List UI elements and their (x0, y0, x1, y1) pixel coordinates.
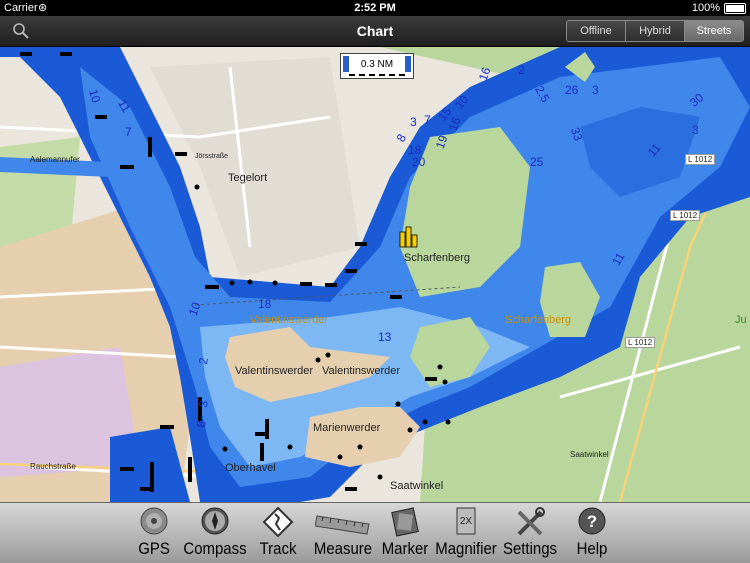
map-type-segmented-control: Offline Hybrid Streets (566, 20, 744, 42)
tools-icon (517, 507, 545, 536)
status-bar: Carrier ⊛ 2:52 PM 100% (0, 0, 750, 16)
scale-bar: 0.3 NM (340, 53, 414, 79)
settings-button[interactable]: Settings (503, 503, 557, 563)
nav-bar: Chart Offline Hybrid Streets (0, 16, 750, 47)
svg-text:2X: 2X (460, 516, 473, 527)
depth-label: 25 (530, 155, 544, 169)
depth-label: 3 (410, 115, 417, 129)
scale-right-arrow-icon (405, 56, 411, 72)
place-label: Valentinswerder (235, 365, 314, 377)
place-label: Ju (735, 314, 747, 326)
road-label: L 1012 (685, 154, 716, 165)
chart-map[interactable]: 0.3 NM Tegelort Scharfenberg Scharfenber… (0, 47, 750, 502)
gps-icon (140, 507, 168, 535)
street-label: Aalemannufer (30, 155, 80, 164)
compass-label: Compass (183, 539, 247, 558)
place-label: Oberhavel (225, 462, 276, 474)
help-button[interactable]: ? Help (572, 503, 612, 563)
scale-line (349, 74, 405, 76)
depth-label: 2 (518, 63, 525, 77)
street-label: Jörsstraße (195, 153, 229, 160)
svg-text:?: ? (587, 512, 597, 531)
gps-button[interactable]: GPS (134, 503, 174, 563)
depth-label: 13 (378, 330, 392, 344)
ruler-icon (315, 515, 370, 535)
battery-icon (724, 3, 746, 14)
place-label: Saatwinkel (390, 480, 444, 492)
scale-label: 0.3 NM (360, 59, 394, 70)
battery-percent: 100% (691, 2, 720, 14)
settings-label: Settings (502, 539, 558, 558)
gps-label: GPS (138, 539, 170, 558)
magnifier-icon: 2X (456, 507, 476, 535)
track-icon (262, 506, 294, 538)
street-label: Rauchstraße (30, 462, 76, 471)
segment-streets[interactable]: Streets (685, 21, 743, 41)
road-label: L 1012 (670, 210, 701, 221)
magnifier-label: Magnifier (435, 539, 497, 558)
marker-button[interactable]: Marker (382, 503, 428, 563)
place-label: Tegelort (228, 172, 268, 184)
marker-icon (391, 507, 419, 537)
help-icon: ? (578, 507, 606, 535)
compass-icon (201, 507, 229, 535)
bottom-toolbar: GPS Compass Track Measure Marker 2X Magn… (0, 502, 750, 563)
road-label: L 1012 (625, 337, 656, 348)
place-label: Saatwinkel (570, 450, 609, 459)
place-label: Scharfenberg (404, 252, 471, 264)
magnifier-button[interactable]: 2X Magnifier (435, 503, 497, 563)
segment-hybrid[interactable]: Hybrid (626, 21, 685, 41)
measure-button[interactable]: Measure (313, 503, 373, 563)
help-label: Help (576, 539, 608, 558)
segment-offline[interactable]: Offline (567, 21, 626, 41)
depth-label: 26 (565, 83, 579, 97)
marker-label: Marker (381, 539, 429, 558)
depth-label: 20 (412, 155, 426, 169)
depth-label: 3 (592, 83, 599, 97)
depth-label: 7 (424, 113, 431, 127)
depth-label: 3 (692, 123, 699, 137)
place-label: Scharfenberg (505, 314, 572, 326)
track-button[interactable]: Track (258, 503, 298, 563)
depth-label: 7 (125, 125, 132, 139)
place-label: Valentinswerder (322, 365, 401, 377)
place-label: Valentinswerder (250, 314, 329, 326)
clock: 2:52 PM (354, 2, 396, 14)
compass-button[interactable]: Compass (183, 503, 247, 563)
place-label: Marienwerder (313, 422, 381, 434)
depth-label: 18 (258, 297, 272, 311)
